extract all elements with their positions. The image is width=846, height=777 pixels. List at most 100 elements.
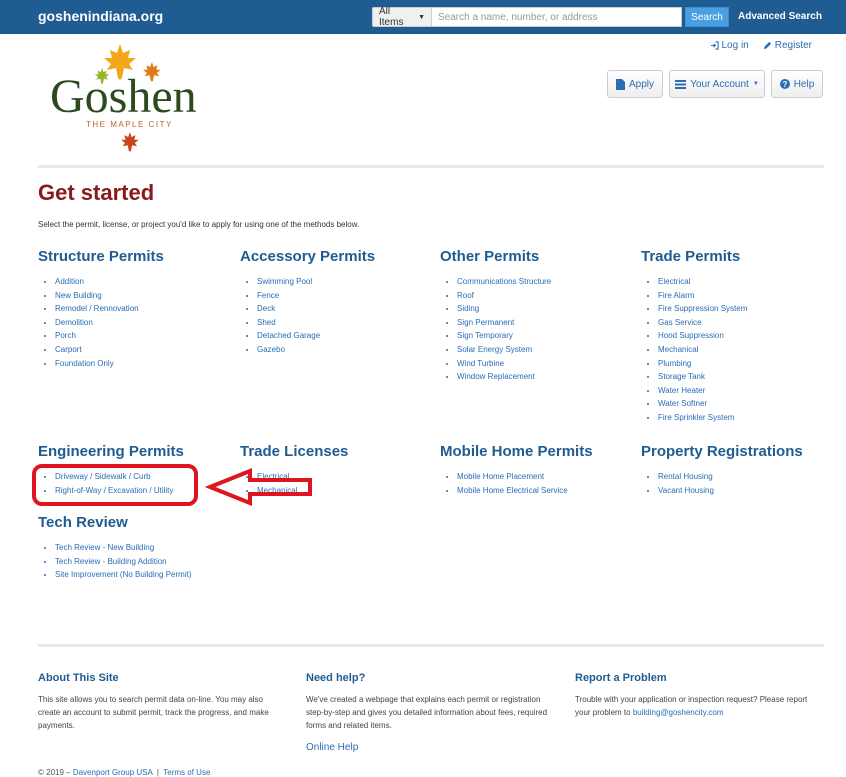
category-title: Accessory Permits — [240, 248, 376, 265]
permit-link[interactable]: New Building — [55, 291, 102, 300]
category-other-permits: Other Permits Communications Structure Roo… — [440, 248, 551, 384]
category-mobile-home-permits: Mobile Home Permits Mobile Home Placement… — [440, 443, 593, 497]
permit-list-item: Sign Permanent — [457, 316, 551, 330]
online-help-link[interactable]: Online Help — [306, 742, 556, 753]
copyright-separator: | — [156, 768, 159, 777]
svg-text:THE MAPLE CITY: THE MAPLE CITY — [86, 120, 173, 129]
permit-link[interactable]: Solar Energy System — [457, 345, 532, 354]
login-link[interactable]: Log in — [710, 40, 749, 51]
permit-list-item: Water Heater — [658, 384, 747, 398]
permit-link[interactable]: Roof — [457, 291, 474, 300]
instructions-text: Select the permit, license, or project y… — [38, 220, 360, 229]
permit-list-item: Rental Housing — [658, 470, 803, 484]
permit-list-item: Mechanical — [658, 343, 747, 357]
permit-link[interactable]: Addition — [55, 277, 84, 286]
permit-list-item: Demolition — [55, 316, 164, 330]
permit-link[interactable]: Fire Sprinkler System — [658, 413, 734, 422]
permit-list: Addition New Building Remodel / Rennovatio… — [38, 275, 164, 370]
header-divider — [38, 165, 824, 168]
permit-link[interactable]: Fire Alarm — [658, 291, 694, 300]
permit-link[interactable]: Plumbing — [658, 359, 691, 368]
report-email-link[interactable]: building@goshencity.com — [633, 708, 724, 717]
permit-link[interactable]: Mobile Home Placement — [457, 472, 544, 481]
permit-link[interactable]: Gas Service — [658, 318, 702, 327]
permit-list-item: Fire Sprinkler System — [658, 411, 747, 425]
apply-button[interactable]: Apply — [607, 70, 663, 98]
copyright-text: © 2019 – — [38, 768, 71, 777]
terms-link[interactable]: Terms of Use — [163, 768, 210, 777]
permit-list-item: Mobile Home Placement — [457, 470, 593, 484]
category-title: Trade Permits — [641, 248, 741, 265]
permit-list-item: Communications Structure — [457, 275, 551, 289]
annotation-arrow-icon — [205, 468, 312, 506]
category-structure-permits: Structure Permits Addition New Building Rem… — [38, 248, 164, 370]
top-navigation-bar: goshenindiana.org All Items ▼ Search Adv… — [0, 0, 846, 34]
permit-link[interactable]: Deck — [257, 304, 275, 313]
permit-link[interactable]: Fire Suppression System — [658, 304, 747, 313]
permit-link[interactable]: Sign Permanent — [457, 318, 514, 327]
report-text: Trouble with your application or inspect… — [575, 693, 825, 719]
permit-link[interactable]: Fence — [257, 291, 279, 300]
permit-link[interactable]: Detached Garage — [257, 331, 320, 340]
permit-link[interactable]: Porch — [55, 331, 76, 340]
permit-link[interactable]: Siding — [457, 304, 479, 313]
permit-link[interactable]: Demolition — [55, 318, 93, 327]
permit-link[interactable]: Foundation Only — [55, 359, 114, 368]
permit-link[interactable]: Tech Review - New Building — [55, 543, 154, 552]
search-input[interactable] — [432, 7, 682, 27]
permit-list-item: Solar Energy System — [457, 343, 551, 357]
about-text: This site allows you to search permit da… — [38, 695, 269, 730]
permit-link[interactable]: Vacant Housing — [658, 486, 714, 495]
permit-link[interactable]: Swimming Pool — [257, 277, 312, 286]
permit-link[interactable]: Water Softner — [658, 399, 707, 408]
register-link[interactable]: Register — [763, 40, 812, 51]
help-button[interactable]: ? Help — [771, 70, 823, 98]
permit-link[interactable]: Storage Tank — [658, 372, 705, 381]
your-account-dropdown[interactable]: Your Account ▼ — [669, 70, 765, 98]
help-section: Need help? We've created a webpage that … — [306, 672, 556, 753]
permit-link[interactable]: Gazebo — [257, 345, 285, 354]
permit-list-item: Hood Suppression — [658, 329, 747, 343]
permit-list-item: Remodel / Rennovation — [55, 302, 164, 316]
company-link[interactable]: Davenport Group USA — [73, 768, 153, 777]
search-filter-dropdown[interactable]: All Items ▼ — [372, 6, 432, 28]
copyright-line: © 2019 – Davenport Group USA | Terms of … — [38, 768, 210, 777]
permit-list-item: Deck — [257, 302, 375, 316]
permit-list-item: Addition — [55, 275, 164, 289]
svg-text:Goshen: Goshen — [50, 70, 197, 123]
permit-link[interactable]: Hood Suppression — [658, 331, 724, 340]
footer-divider — [38, 644, 824, 647]
permit-list-item: Fence — [257, 289, 375, 303]
permit-link[interactable]: Remodel / Rennovation — [55, 304, 139, 313]
register-pencil-icon — [763, 41, 771, 50]
permit-link[interactable]: Carport — [55, 345, 82, 354]
permit-link[interactable]: Mechanical — [658, 345, 698, 354]
permit-link[interactable]: Sign Temporary — [457, 331, 513, 340]
advanced-search-link[interactable]: Advanced Search — [738, 11, 822, 22]
permit-link[interactable]: Tech Review - Building Addition — [55, 557, 167, 566]
permit-list-item: Tech Review - New Building — [55, 541, 192, 555]
search-button[interactable]: Search — [685, 7, 729, 27]
permit-link[interactable]: Water Heater — [658, 386, 705, 395]
annotation-highlight-box — [32, 464, 198, 506]
permit-list-item: Roof — [457, 289, 551, 303]
apply-label: Apply — [628, 78, 654, 90]
permit-list-item: Fire Alarm — [658, 289, 747, 303]
category-property-registrations: Property Registrations Rental Housing Vaca… — [641, 443, 803, 497]
permit-link[interactable]: Rental Housing — [658, 472, 713, 481]
permit-list: Communications Structure Roof Siding Sign P… — [440, 275, 551, 384]
permit-link[interactable]: Window Replacement — [457, 372, 535, 381]
category-accessory-permits: Accessory Permits Swimming Pool Fence Deck S… — [240, 248, 375, 357]
permit-link[interactable]: Wind Turbine — [457, 359, 504, 368]
permit-link[interactable]: Electrical — [658, 277, 690, 286]
site-title-link[interactable]: goshenindiana.org — [38, 8, 163, 24]
permit-list-item: Fire Suppression System — [658, 302, 747, 316]
need-help-title: Need help? — [306, 672, 366, 684]
permit-link[interactable]: Communications Structure — [457, 277, 551, 286]
permit-list-item: Carport — [55, 343, 164, 357]
permit-link[interactable]: Mobile Home Electrical Service — [457, 486, 568, 495]
category-title: Engineering Permits — [38, 443, 184, 460]
permit-link[interactable]: Shed — [257, 318, 276, 327]
report-problem-title: Report a Problem — [575, 672, 667, 684]
permit-link[interactable]: Site Improvement (No Building Permit) — [55, 570, 192, 579]
